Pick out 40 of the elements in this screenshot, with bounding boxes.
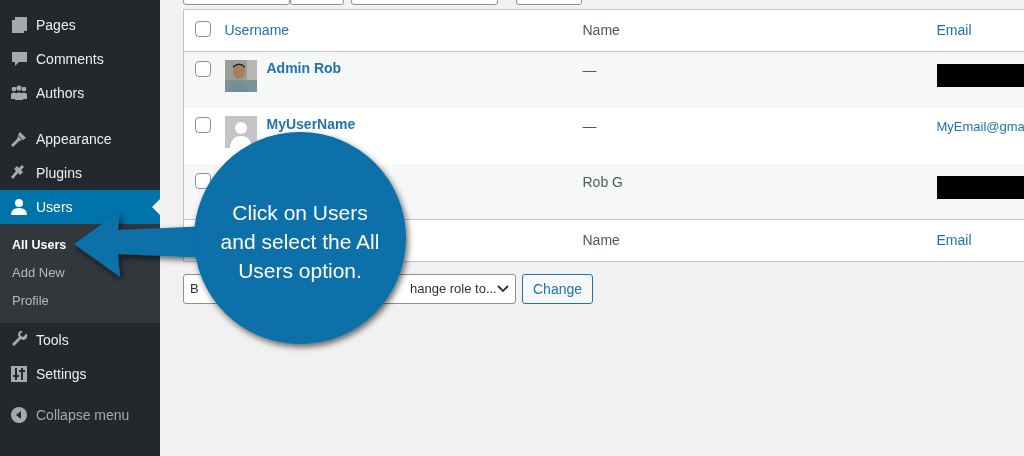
- user-icon: [10, 198, 28, 216]
- name-text: —: [582, 62, 597, 78]
- toolbar-button[interactable]: [351, 0, 498, 5]
- column-sort-link[interactable]: Username: [224, 22, 290, 38]
- avatar-icon: [224, 115, 257, 148]
- sliders-icon: [10, 365, 28, 383]
- caret-icon: [496, 285, 509, 293]
- menu-item[interactable]: Authors: [0, 76, 160, 110]
- menu-item[interactable]: Pages: [0, 8, 160, 42]
- user-link[interactable]: Admin Rob: [266, 58, 342, 92]
- menu-item[interactable]: Appearance: [0, 122, 160, 156]
- checkbox[interactable]: [195, 116, 211, 133]
- menu-item[interactable]: Tools: [0, 323, 160, 357]
- menu-item[interactable]: Plugins: [0, 156, 160, 190]
- name-text: —: [582, 117, 597, 134]
- menu-item[interactable]: Comments: [0, 42, 160, 76]
- submenu-item[interactable]: Profile: [0, 287, 160, 315]
- email-link[interactable]: MyEmail@gma: [936, 118, 1024, 134]
- column-sort-link[interactable]: Email: [936, 232, 972, 248]
- toolbar-button[interactable]: [183, 0, 290, 5]
- checkbox[interactable]: [195, 61, 211, 77]
- column-header: Name: [582, 22, 620, 38]
- collapse-icon: [10, 406, 28, 424]
- column-sort-link[interactable]: Email: [936, 22, 972, 38]
- wrench-icon: [10, 331, 28, 349]
- submenu-item[interactable]: Add New: [0, 259, 160, 287]
- comment-icon: [10, 50, 28, 68]
- change-button[interactable]: Change: [522, 274, 594, 304]
- column-header: Name: [582, 232, 620, 248]
- brush-icon: [10, 130, 28, 148]
- checkbox[interactable]: [195, 21, 211, 37]
- toolbar-button[interactable]: [290, 0, 344, 5]
- toolbar-button[interactable]: [516, 0, 582, 5]
- menu-item[interactable]: Users: [0, 190, 160, 224]
- checkbox[interactable]: [195, 172, 211, 189]
- name-text: Rob G: [582, 173, 623, 190]
- people-icon: [10, 84, 28, 102]
- collapse-menu-button[interactable]: Collapse menu: [0, 398, 160, 432]
- menu-item[interactable]: Settings: [0, 357, 160, 391]
- pages-icon: [10, 16, 28, 34]
